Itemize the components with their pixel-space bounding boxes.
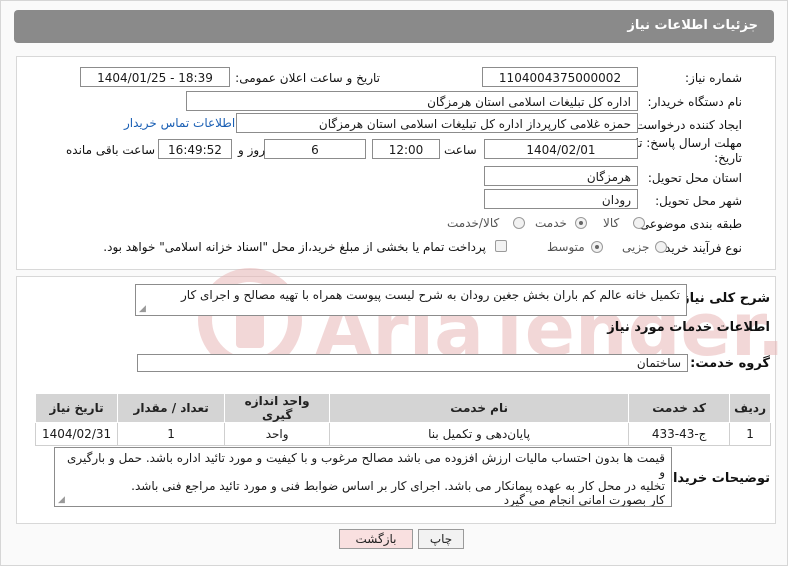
summary-text: تکمیل خانه عالم کم باران بخش جغین رودان … (181, 288, 680, 302)
services-section-title: اطلاعات خدمات مورد نیاز (607, 320, 770, 335)
announce-datetime-field[interactable]: 1404/01/25 - 18:39 (80, 67, 230, 87)
cell-service-code: ج-43-433 (628, 422, 731, 446)
back-button[interactable]: بازگشت (339, 529, 413, 549)
service-group-field[interactable]: ساختمان (137, 354, 688, 372)
category-radio-service[interactable] (575, 217, 587, 229)
col-header-row-number: ردیف (729, 393, 771, 423)
cell-quantity: 1 (117, 422, 226, 446)
buyer-org-label: نام دستگاه خریدار: (647, 95, 743, 109)
cell-service-name: پایان‌دهی و تکمیل بنا (329, 422, 630, 446)
process-option-minor: جزیی (622, 240, 650, 254)
page-title: جزئیات اطلاعات نیاز (627, 18, 758, 33)
buyer-notes-label: توضیحات خریدار: (660, 471, 770, 486)
remaining-time-field[interactable]: 16:49:52 (158, 139, 232, 159)
category-option-goods-service: کالا/خدمت (447, 216, 500, 230)
services-table-header-row: ردیف کد خدمت نام خدمت واحد اندازه گیری ت… (34, 393, 771, 423)
creator-field[interactable]: حمزه غلامی کارپرداز اداره کل تبلیغات اسل… (236, 113, 638, 133)
category-radio-goods[interactable] (633, 217, 645, 229)
need-number-field[interactable]: 1104004375000002 (482, 67, 638, 87)
need-info-panel (16, 56, 776, 270)
summary-label: شرح کلی نیاز: (676, 291, 770, 306)
page-header: جزئیات اطلاعات نیاز (14, 10, 774, 43)
process-option-medium: متوسط (547, 240, 585, 254)
col-header-unit: واحد اندازه گیری (224, 393, 331, 423)
remaining-label: ساعت باقی مانده (66, 143, 156, 157)
cell-unit: واحد (224, 422, 331, 446)
process-radio-minor[interactable] (655, 241, 667, 253)
treasury-payment-checkbox[interactable] (495, 240, 507, 252)
buyer-contact-link[interactable]: اطلاعات تماس خریدار (124, 116, 235, 130)
need-number-label: شماره نیاز: (685, 71, 742, 85)
days-label: روز و (238, 143, 265, 157)
services-table: ردیف کد خدمت نام خدمت واحد اندازه گیری ت… (34, 393, 771, 446)
buyer-notes-line-3: کار بصورت امانی انجام می گیرد (503, 493, 665, 507)
buyer-org-field[interactable]: اداره کل تبلیغات اسلامی استان هرمزگان (186, 91, 638, 111)
col-header-service-code: کد خدمت (628, 393, 731, 423)
city-label: شهر محل تحویل: (655, 194, 742, 208)
category-option-service: خدمت (535, 216, 567, 230)
table-row[interactable]: 1 ج-43-433 پایان‌دهی و تکمیل بنا واحد 1 … (34, 422, 771, 446)
category-radio-goods-service[interactable] (513, 217, 525, 229)
print-button[interactable]: چاپ (418, 529, 464, 549)
days-remaining-field[interactable]: 6 (264, 139, 366, 159)
buyer-notes-line-2: تخلیه در محل کار به عهده پیمانکار می باش… (131, 479, 665, 493)
summary-textarea[interactable]: تکمیل خانه عالم کم باران بخش جغین رودان … (135, 284, 687, 316)
buyer-notes-line-1: قیمت ها بدون احتساب مالیات ارزش افزوده م… (67, 451, 665, 479)
deadline-label-line2: تاریخ: (714, 151, 742, 165)
deadline-time-field[interactable]: 12:00 (372, 139, 440, 159)
creator-label: ایجاد کننده درخواست: (631, 118, 742, 132)
province-field[interactable]: هرمزگان (484, 166, 638, 186)
cell-need-date: 1404/02/31 (34, 422, 119, 446)
resize-grip-icon[interactable]: ◢ (58, 496, 65, 505)
deadline-time-label: ساعت (444, 143, 477, 157)
city-field[interactable]: رودان (484, 189, 638, 209)
province-label: استان محل تحویل: (647, 171, 742, 185)
service-group-label: گروه خدمت: (690, 356, 770, 371)
category-label: طبقه بندی موضوعی: (635, 217, 742, 231)
col-header-service-name: نام خدمت (329, 393, 630, 423)
col-header-need-date: تاریخ نیاز (34, 393, 119, 423)
deadline-label-line1: مهلت ارسال پاسخ: تا (635, 136, 742, 150)
col-header-quantity: تعداد / مقدار (117, 393, 226, 423)
buyer-notes-textarea[interactable]: قیمت ها بدون احتساب مالیات ارزش افزوده م… (54, 447, 672, 507)
cell-row-number: 1 (729, 422, 771, 446)
resize-grip-icon[interactable]: ◢ (139, 305, 146, 314)
treasury-payment-note: پرداخت تمام یا بخشی از مبلغ خرید،از محل … (103, 240, 486, 254)
deadline-date-field[interactable]: 1404/02/01 (484, 139, 638, 159)
process-label: نوع فرآیند خرید : (657, 241, 742, 255)
process-radio-medium[interactable] (591, 241, 603, 253)
category-option-goods: کالا (603, 216, 620, 230)
announce-label: تاریخ و ساعت اعلان عمومی: (235, 71, 380, 85)
